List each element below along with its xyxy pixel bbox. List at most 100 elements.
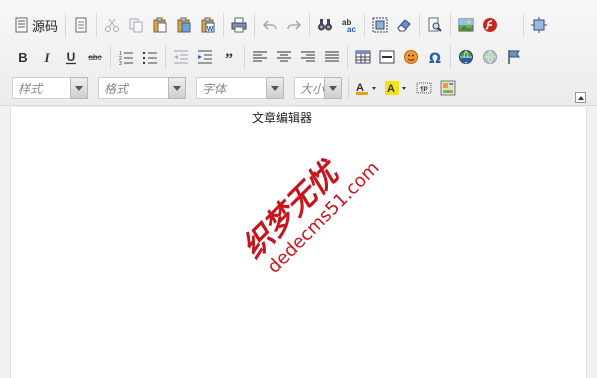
undo-icon (262, 20, 277, 30)
cut-button[interactable] (101, 14, 123, 36)
unlink-globe-icon (483, 50, 497, 64)
collapse-arrow-icon (577, 95, 584, 100)
maximize-icon (531, 17, 548, 33)
dropdown-arrow-icon (329, 85, 337, 91)
align-right-button[interactable] (297, 46, 319, 68)
templates-icon (440, 80, 456, 96)
toolbar-group-preview2 (419, 13, 450, 37)
indent-button[interactable] (194, 46, 216, 68)
redo-button[interactable] (283, 14, 305, 36)
strikethrough-button[interactable]: abc (84, 46, 106, 68)
background-color-button[interactable]: A (383, 77, 411, 99)
remove-format-button[interactable] (393, 14, 415, 36)
link-globe-icon (459, 50, 473, 64)
outdent-button[interactable] (170, 46, 192, 68)
magnifier-page-icon (428, 17, 442, 32)
toolbar-row-2: B I U abc 123 ” Ω (8, 44, 529, 70)
bold-button[interactable]: B (12, 46, 34, 68)
blockquote-button[interactable]: ” (218, 46, 240, 68)
align-left-button[interactable] (249, 46, 271, 68)
flag-icon (508, 50, 520, 64)
copy-button[interactable] (125, 14, 147, 36)
justify-button[interactable] (321, 46, 343, 68)
copy-icon (129, 18, 143, 33)
style-combo-field[interactable]: 样式 (12, 77, 70, 99)
unlink-button[interactable] (479, 46, 501, 68)
show-blocks-button[interactable]: ¶P (413, 77, 435, 99)
size-combo-arrow[interactable] (324, 77, 342, 99)
rich-text-editor: 源码 W ab ac B I U abc 1 2 3 ” Ω 样式 格式 字体 … (0, 0, 597, 378)
toolbar-row-1: 源码 W ab ac (8, 12, 554, 38)
horizontal-rule-icon (379, 50, 395, 64)
anchor-button[interactable] (503, 46, 525, 68)
justify-icon (325, 51, 339, 62)
maximize-button[interactable] (528, 14, 550, 36)
toolbar-group-print (223, 13, 254, 37)
toolbar-group-colors: A A ¶P (348, 76, 463, 100)
format-combo-arrow[interactable] (168, 77, 186, 99)
replace-icon: abac (342, 18, 356, 33)
numbered-list-icon: 123 (119, 51, 133, 65)
toolbar-group-source: 源码 (8, 13, 65, 37)
size-combo[interactable]: 大小 (294, 77, 342, 99)
text-color-button[interactable]: A (353, 77, 381, 99)
flash-button[interactable] (479, 14, 501, 36)
font-combo[interactable]: 字体 (196, 77, 284, 99)
paste-button[interactable] (149, 14, 171, 36)
align-right-icon (301, 51, 315, 62)
replace-button[interactable]: ab ac (338, 14, 360, 36)
italic-icon: I (43, 50, 50, 65)
image-button[interactable] (455, 14, 477, 36)
style-combo-arrow[interactable] (70, 77, 88, 99)
format-combo-field[interactable]: 格式 (98, 77, 168, 99)
editor-content-text: 文章编辑器 (252, 111, 313, 125)
smiley-button[interactable] (400, 46, 422, 68)
source-button[interactable]: 源码 (11, 14, 62, 36)
bulleted-list-icon (143, 52, 157, 64)
link-button[interactable] (455, 46, 477, 68)
toolbar-group-align (244, 45, 347, 69)
toolbar-group-find: ab ac (309, 13, 364, 37)
select-all-button[interactable] (369, 14, 391, 36)
style-combo[interactable]: 样式 (12, 77, 88, 99)
format-combo[interactable]: 格式 (98, 77, 186, 99)
font-combo-arrow[interactable] (266, 77, 284, 99)
toolbar-group-history (254, 13, 309, 37)
editor-content-area[interactable] (10, 107, 587, 378)
toolbar-group-basic-styles: B I U abc (8, 45, 110, 69)
paste-word-button[interactable]: W (197, 14, 219, 36)
dropdown-arrow-icon (173, 85, 181, 91)
preview-button[interactable] (70, 14, 92, 36)
align-center-button[interactable] (273, 46, 295, 68)
toolbar-group-media (450, 13, 505, 37)
align-center-icon (277, 51, 291, 62)
horizontal-rule-button[interactable] (376, 46, 398, 68)
dropdown-arrow-icon (271, 85, 279, 91)
print-button[interactable] (228, 14, 250, 36)
toolbar-group-maximize (523, 13, 554, 37)
find-button[interactable] (314, 14, 336, 36)
toolbar-group-indent: ” (165, 45, 244, 69)
templates-button[interactable] (437, 77, 459, 99)
flash-icon (483, 18, 498, 32)
paste-text-button[interactable] (173, 14, 195, 36)
special-char-button[interactable]: Ω (424, 46, 446, 68)
table-icon (355, 50, 371, 64)
underline-button[interactable]: U (60, 46, 82, 68)
font-combo-field[interactable]: 字体 (196, 77, 266, 99)
table-button[interactable] (352, 46, 374, 68)
numbered-list-button[interactable]: 123 (115, 46, 137, 68)
italic-button[interactable]: I (36, 46, 58, 68)
size-combo-field[interactable]: 大小 (294, 77, 324, 99)
svg-text:B: B (18, 50, 27, 65)
strikethrough-icon: abc (88, 53, 102, 62)
align-left-icon (253, 51, 267, 62)
collapse-toolbar-button[interactable] (575, 92, 586, 103)
bulleted-list-button[interactable] (139, 46, 161, 68)
undo-button[interactable] (259, 14, 281, 36)
page-preview-button[interactable] (424, 14, 446, 36)
source-document-icon (15, 17, 28, 33)
binoculars-icon (318, 19, 333, 31)
svg-text:W: W (207, 26, 214, 33)
svg-text:Ω: Ω (429, 51, 441, 65)
